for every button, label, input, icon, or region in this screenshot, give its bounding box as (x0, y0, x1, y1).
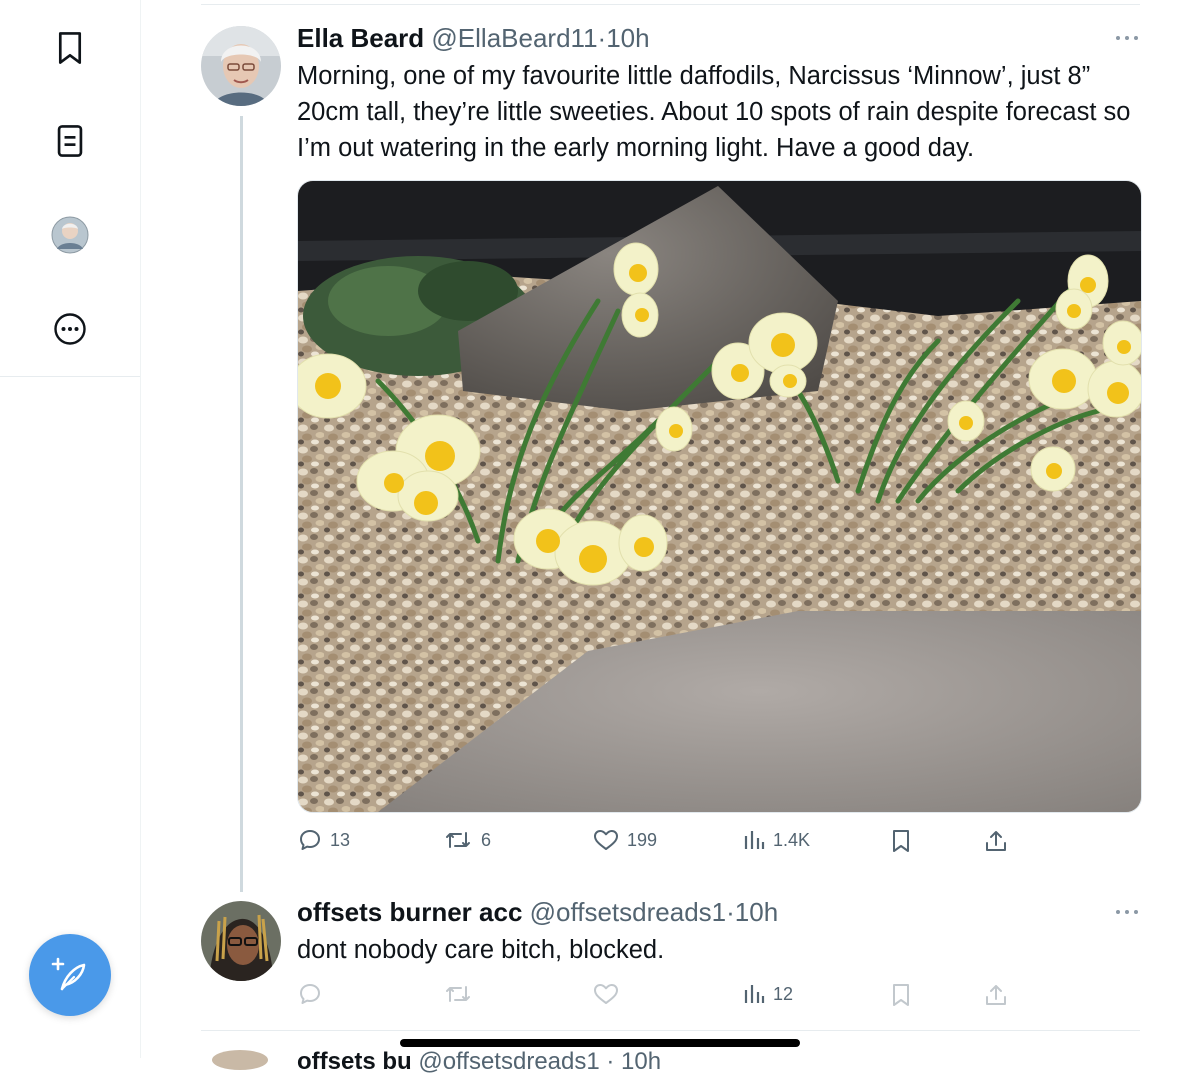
bookmark-icon (893, 830, 909, 852)
more-horizontal-icon (1116, 910, 1138, 914)
feed-top-divider (201, 4, 1140, 5)
reply-author-handle[interactable]: @offsetsdreads1 (530, 897, 726, 927)
sidebar-divider (0, 376, 140, 377)
reply-reply-button[interactable] (298, 982, 322, 1006)
next-tweet-header: offsets bu @offsetsdreads1 · 10h (297, 1048, 661, 1076)
reply-timestamp[interactable]: 10h (735, 897, 778, 927)
tweet-header: Ella Beard @EllaBeard11·10h (297, 22, 650, 54)
next-tweet-name[interactable]: offsets bu (297, 1048, 412, 1075)
author-handle[interactable]: @EllaBeard11 (431, 23, 597, 53)
bookmark-button[interactable] (889, 828, 913, 854)
nav-more[interactable] (40, 299, 100, 359)
reply-share-button[interactable] (984, 982, 1008, 1008)
retweet-button[interactable]: 6 (443, 828, 491, 852)
thread-connector-line (240, 116, 243, 892)
avatar-photo (201, 901, 281, 981)
views-button[interactable]: 1.4K (743, 828, 810, 852)
views-chart-icon (744, 985, 765, 1003)
share-icon (986, 985, 1006, 1005)
daffodils-photo (298, 181, 1141, 812)
reply-author-name[interactable]: offsets burner acc (297, 897, 522, 927)
next-tweet-avatar[interactable] (212, 1050, 268, 1070)
share-icon (986, 831, 1006, 851)
views-chart-icon (744, 831, 765, 849)
heart-icon (594, 984, 618, 1004)
reply-views-count: 12 (773, 983, 794, 1004)
reply-like-button[interactable] (593, 982, 619, 1006)
tweet-author-avatar[interactable] (201, 26, 281, 106)
nav-profile[interactable] (40, 205, 100, 265)
nav-lists[interactable] (40, 111, 100, 171)
tweet-timestamp[interactable]: 10h (606, 23, 649, 53)
reply-icon (300, 830, 320, 850)
heart-icon (594, 830, 618, 850)
compose-button[interactable] (29, 934, 111, 1016)
retweet-count: 6 (481, 829, 492, 850)
more-circle-icon (54, 313, 86, 345)
list-icon (57, 125, 83, 157)
reply-button[interactable]: 13 (298, 828, 350, 852)
home-indicator[interactable] (400, 1039, 800, 1047)
like-count: 199 (627, 829, 658, 850)
bookmark-icon (893, 984, 909, 1006)
like-button[interactable]: 199 (593, 828, 657, 852)
reply-header: offsets burner acc @offsetsdreads1·10h (297, 896, 778, 928)
retweet-icon (446, 986, 470, 1002)
share-button[interactable] (984, 828, 1008, 854)
bookmark-icon (58, 32, 82, 64)
reply-views-button[interactable]: 12 (743, 982, 793, 1006)
author-name[interactable]: Ella Beard (297, 23, 424, 53)
views-count: 1.4K (773, 829, 811, 850)
feed-bottom-divider (201, 1030, 1140, 1031)
reply-count: 13 (330, 829, 351, 850)
nav-bookmarks[interactable] (40, 18, 100, 78)
reply-retweet-button[interactable] (443, 982, 473, 1006)
reply-author-avatar[interactable] (201, 901, 281, 981)
retweet-icon (446, 832, 470, 848)
reply-icon (300, 984, 320, 1004)
tweet-more-button[interactable] (1112, 28, 1142, 48)
reply-text: dont nobody care bitch, blocked. (297, 936, 665, 964)
more-horizontal-icon (1116, 36, 1138, 40)
sidebar (0, 0, 141, 1058)
profile-avatar (51, 216, 89, 254)
tweet-image[interactable] (297, 180, 1142, 813)
next-tweet-handle[interactable]: @offsetsdreads1 · 10h (418, 1048, 661, 1075)
header-separator: · (597, 23, 607, 53)
tweet-text: Morning, one of my favourite little daff… (297, 62, 1131, 162)
avatar-photo (201, 26, 281, 106)
feather-plus-icon (51, 957, 86, 991)
reply-header-separator: · (726, 897, 735, 927)
reply-more-button[interactable] (1112, 902, 1142, 922)
reply-bookmark-button[interactable] (889, 982, 913, 1008)
